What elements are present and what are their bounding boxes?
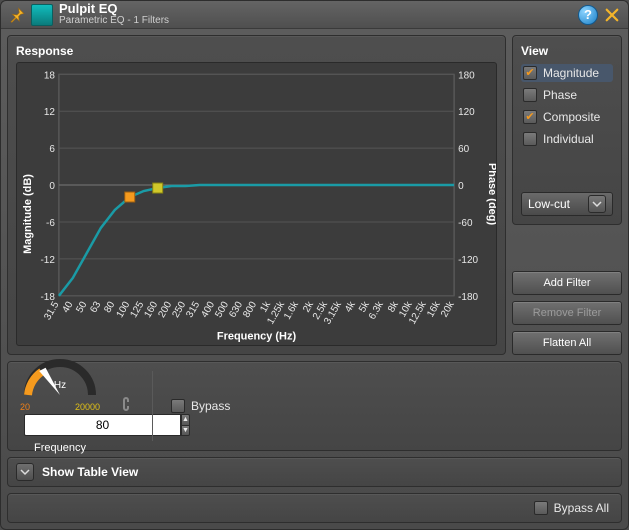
svg-text:400: 400 (199, 299, 217, 319)
svg-text:-180: -180 (458, 292, 478, 303)
bypass-all-checkbox[interactable] (534, 501, 548, 515)
svg-text:100: 100 (115, 299, 133, 319)
footer-panel: Bypass All (7, 493, 622, 523)
svg-text:-12: -12 (40, 255, 55, 266)
view-label: Magnitude (543, 66, 599, 80)
svg-text:180: 180 (458, 70, 475, 81)
svg-text:0: 0 (49, 181, 55, 192)
window-title: Pulpit EQ (59, 2, 578, 16)
svg-text:120: 120 (458, 107, 475, 118)
table-toggle-label[interactable]: Show Table View (42, 465, 138, 479)
svg-text:Phase (deg): Phase (deg) (486, 163, 496, 226)
svg-text:Frequency (Hz): Frequency (Hz) (217, 331, 297, 343)
gauge-unit: Hz (20, 380, 100, 391)
svg-text:500: 500 (213, 299, 231, 319)
svg-text:4k: 4k (343, 300, 358, 315)
title-bar: Pulpit EQ Parametric EQ - 1 Filters ? (1, 1, 628, 29)
view-item-magnitude[interactable]: Magnitude (521, 64, 613, 82)
svg-text:6: 6 (49, 144, 55, 155)
svg-text:800: 800 (241, 299, 259, 319)
chevron-down-icon[interactable] (588, 195, 606, 213)
response-title: Response (16, 44, 497, 58)
divider (152, 371, 153, 441)
bypass-all-label: Bypass All (554, 501, 609, 515)
spinner-up[interactable]: ▲ (181, 414, 190, 425)
svg-text:315: 315 (184, 299, 202, 319)
help-button[interactable]: ? (578, 5, 598, 25)
view-panel: View Magnitude Phase Composite (512, 35, 622, 225)
view-label: Phase (543, 88, 577, 102)
view-label: Individual (543, 132, 594, 146)
close-button[interactable] (602, 5, 622, 25)
bypass-label: Bypass (191, 399, 230, 413)
svg-text:-6: -6 (46, 218, 55, 229)
spinner-down[interactable]: ▼ (181, 425, 190, 437)
svg-text:18: 18 (44, 70, 56, 81)
response-chart[interactable]: 18 12 6 0 -6 -12 -18 180 120 60 (16, 62, 497, 346)
svg-text:250: 250 (170, 299, 188, 319)
app-icon (31, 4, 53, 26)
remove-filter-button[interactable]: Remove Filter (512, 301, 622, 325)
add-filter-button[interactable]: Add Filter (512, 271, 622, 295)
svg-text:6.3k: 6.3k (367, 300, 386, 322)
bypass-checkbox[interactable] (171, 399, 185, 413)
scale-low: 20 (20, 402, 30, 412)
filter-handle-2[interactable] (153, 183, 163, 193)
table-view-panel: Show Table View (7, 457, 622, 487)
flatten-all-button[interactable]: Flatten All (512, 331, 622, 355)
svg-text:50: 50 (74, 299, 89, 314)
frequency-spinner: ▲ ▼ (24, 414, 96, 436)
svg-text:1.6k: 1.6k (282, 300, 301, 322)
response-panel: Response (7, 35, 506, 355)
svg-text:630: 630 (227, 299, 245, 319)
view-item-composite[interactable]: Composite (521, 108, 613, 126)
svg-text:125: 125 (128, 299, 146, 319)
frequency-panel: Hz 20 20000 ▲ ▼ Frequency (7, 361, 622, 451)
view-title: View (521, 44, 613, 58)
filter-handle-1[interactable] (125, 192, 135, 202)
checkbox-phase[interactable] (523, 88, 537, 102)
checkbox-individual[interactable] (523, 132, 537, 146)
svg-text:12: 12 (44, 107, 56, 118)
filter-type-dropdown[interactable]: Low-cut (521, 192, 613, 216)
dropdown-value: Low-cut (528, 197, 570, 211)
svg-text:160: 160 (142, 299, 160, 319)
view-item-individual[interactable]: Individual (521, 130, 613, 148)
svg-text:60: 60 (458, 144, 470, 155)
link-icon[interactable] (118, 394, 134, 419)
svg-text:200: 200 (156, 299, 174, 319)
svg-text:16k: 16k (425, 300, 443, 319)
expand-table-button[interactable] (16, 463, 34, 481)
pin-button[interactable] (7, 5, 27, 25)
window-subtitle: Parametric EQ - 1 Filters (59, 16, 578, 27)
frequency-gauge[interactable]: Hz (20, 358, 100, 400)
frequency-label: Frequency (34, 442, 86, 454)
checkbox-magnitude[interactable] (523, 66, 537, 80)
svg-text:-120: -120 (458, 255, 478, 266)
svg-text:40: 40 (60, 299, 75, 314)
svg-text:-60: -60 (458, 218, 473, 229)
view-item-phase[interactable]: Phase (521, 86, 613, 104)
svg-text:63: 63 (88, 299, 103, 314)
svg-text:Magnitude (dB): Magnitude (dB) (22, 174, 34, 254)
frequency-input[interactable] (24, 414, 181, 436)
scale-high: 20000 (75, 402, 100, 412)
svg-text:0: 0 (458, 181, 464, 192)
view-label: Composite (543, 110, 600, 124)
svg-text:20k: 20k (439, 300, 457, 319)
eq-window: Pulpit EQ Parametric EQ - 1 Filters ? Re… (0, 0, 629, 530)
checkbox-composite[interactable] (523, 110, 537, 124)
